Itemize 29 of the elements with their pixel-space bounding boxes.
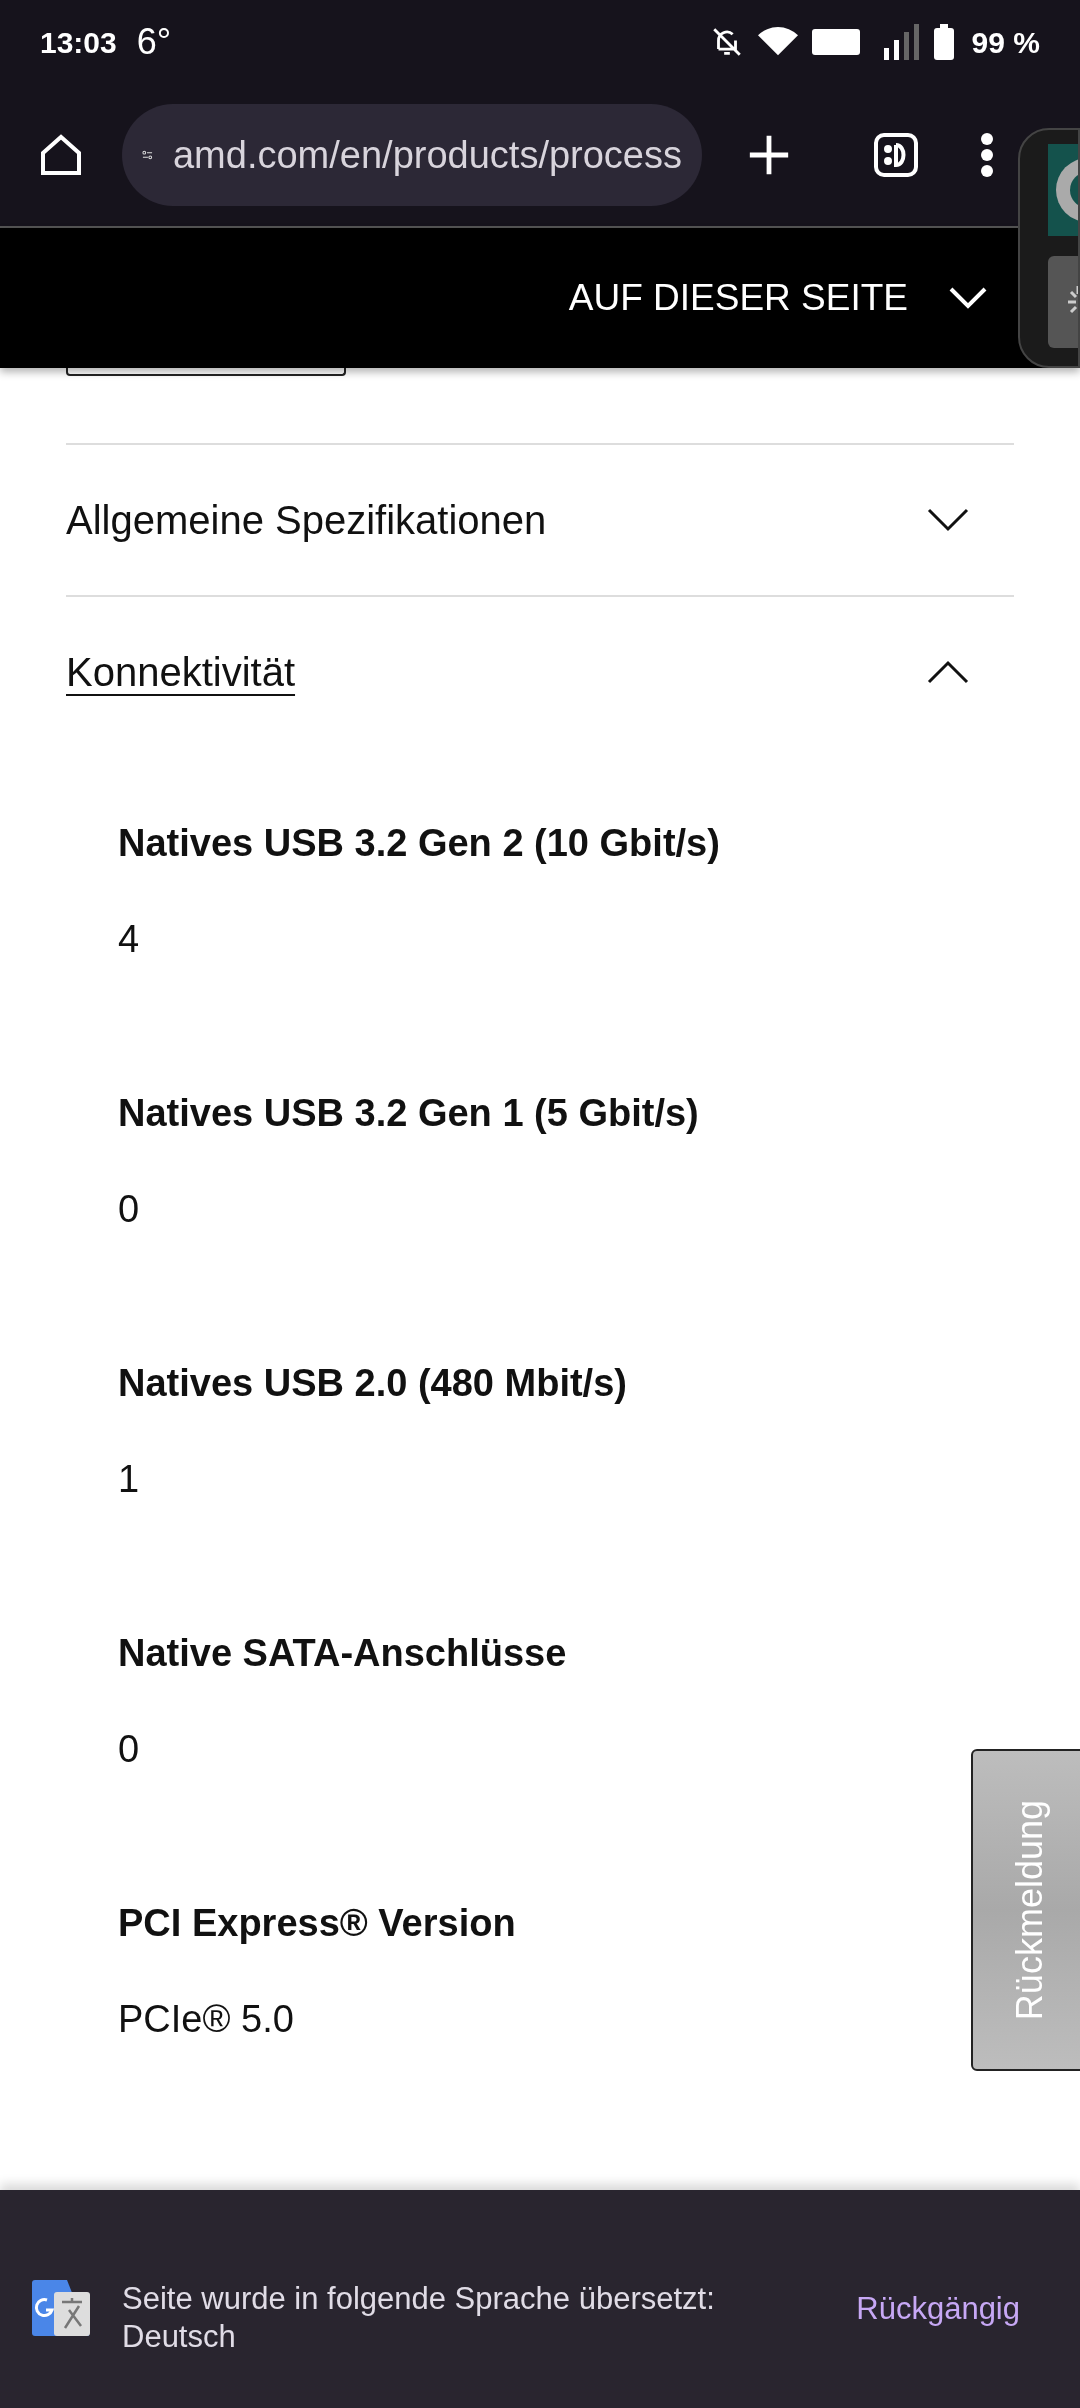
translate-icon: [32, 2280, 90, 2336]
translate-language: Deutsch: [122, 2318, 237, 2356]
spec-label: Native SATA-Anschlüsse: [118, 1631, 568, 1676]
floating-panel[interactable]: [1018, 128, 1080, 368]
spec-label: Natives USB 3.2 Gen 2 (10 Gbit/s): [118, 821, 721, 866]
spec-value: 4: [118, 917, 141, 962]
spec-value: 0: [118, 1187, 141, 1232]
weather-temperature: 6°: [136, 20, 172, 64]
spec-label: Natives USB 2.0 (480 Mbit/s): [118, 1361, 628, 1406]
battery-percent: 99 %: [971, 24, 1040, 61]
translate-message: Seite wurde in folgende Sprache übersetzt:: [122, 2280, 716, 2318]
undo-link[interactable]: Rückgängig: [856, 2286, 1020, 2333]
status-time: 13:03: [40, 24, 117, 61]
loading-icon[interactable]: [1048, 256, 1078, 348]
tab-switcher-icon[interactable]: [872, 131, 920, 179]
page-header-label[interactable]: AUF DIESER SEITE: [568, 270, 908, 326]
spec-label: PCI Express® Version: [118, 1901, 517, 1946]
url-text: amd.com/en/products/process: [173, 132, 682, 178]
spec-value: PCIe® 5.0: [118, 1997, 295, 2042]
chevron-up-icon[interactable]: [926, 659, 970, 685]
spec-value: 1: [118, 1457, 141, 1502]
spec-label: Natives USB 3.2 Gen 1 (5 Gbit/s): [118, 1091, 700, 1136]
address-bar[interactable]: amd.com/en/products/process: [122, 104, 702, 206]
chevron-down-icon[interactable]: [926, 507, 970, 533]
section-title[interactable]: Allgemeine Spezifikationen: [66, 490, 547, 550]
more-menu-icon[interactable]: [980, 131, 994, 179]
section-title[interactable]: Konnektivität: [66, 642, 296, 702]
spec-value: 0: [118, 1727, 141, 1772]
battery-icon: [933, 24, 954, 60]
